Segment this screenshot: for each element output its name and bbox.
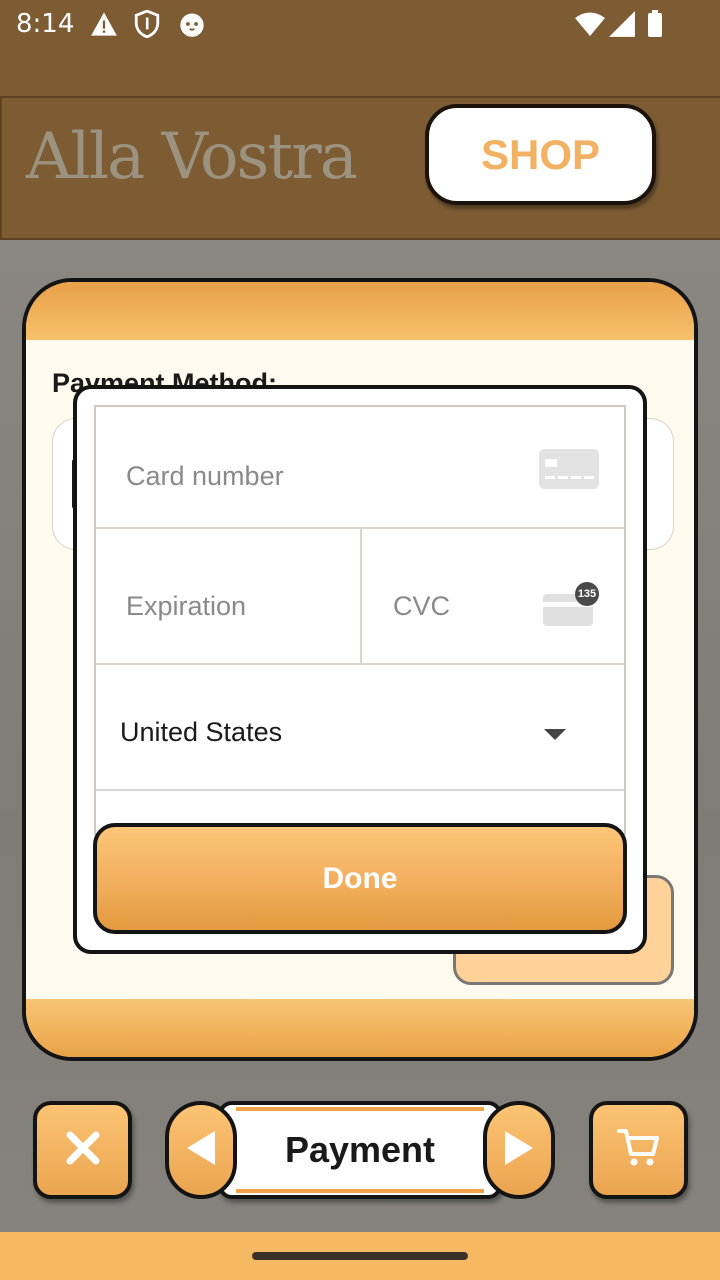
cat-icon <box>178 10 206 43</box>
expiration-input[interactable]: Expiration <box>126 591 246 622</box>
close-button[interactable] <box>33 1101 132 1199</box>
battery-icon <box>646 10 664 43</box>
cvc-input[interactable]: CVC <box>393 591 450 622</box>
app-bar <box>0 50 720 96</box>
step-indicator: Payment <box>218 1101 502 1199</box>
card-number-row[interactable]: Card number <box>96 407 624 529</box>
signal-icon <box>608 10 636 43</box>
wifi-icon <box>574 10 606 43</box>
shield-icon <box>134 9 160 43</box>
brand-logo: Alla Vostra <box>26 120 358 194</box>
done-button[interactable]: Done <box>93 823 627 934</box>
step-label: Payment <box>284 1129 436 1170</box>
shop-button[interactable]: SHOP <box>425 104 656 205</box>
cvc-badge: 135 <box>575 582 599 606</box>
next-step-button[interactable] <box>483 1101 555 1199</box>
cvc-card-icon: 135 <box>543 582 599 626</box>
warning-icon <box>90 10 118 43</box>
country-select[interactable]: United States <box>120 717 282 748</box>
status-time: 8:14 <box>16 9 75 39</box>
close-icon <box>65 1130 101 1171</box>
prev-step-button[interactable] <box>165 1101 237 1199</box>
field-divider <box>360 529 362 664</box>
arrow-right-icon <box>502 1129 536 1172</box>
home-gesture-bar[interactable] <box>252 1252 468 1260</box>
chevron-down-icon[interactable] <box>544 729 566 740</box>
status-bar: 8:14 <box>0 0 720 50</box>
card-number-input[interactable]: Card number <box>126 461 284 492</box>
cart-button[interactable] <box>589 1101 688 1199</box>
arrow-left-icon <box>184 1129 218 1172</box>
cart-icon <box>616 1127 662 1174</box>
panel-top-bar <box>26 282 694 340</box>
card-form: Card number Expiration CVC 135 United St… <box>94 405 626 835</box>
credit-card-icon <box>539 449 599 489</box>
system-nav-bar <box>0 1232 720 1280</box>
panel-bottom-bar <box>26 999 694 1057</box>
